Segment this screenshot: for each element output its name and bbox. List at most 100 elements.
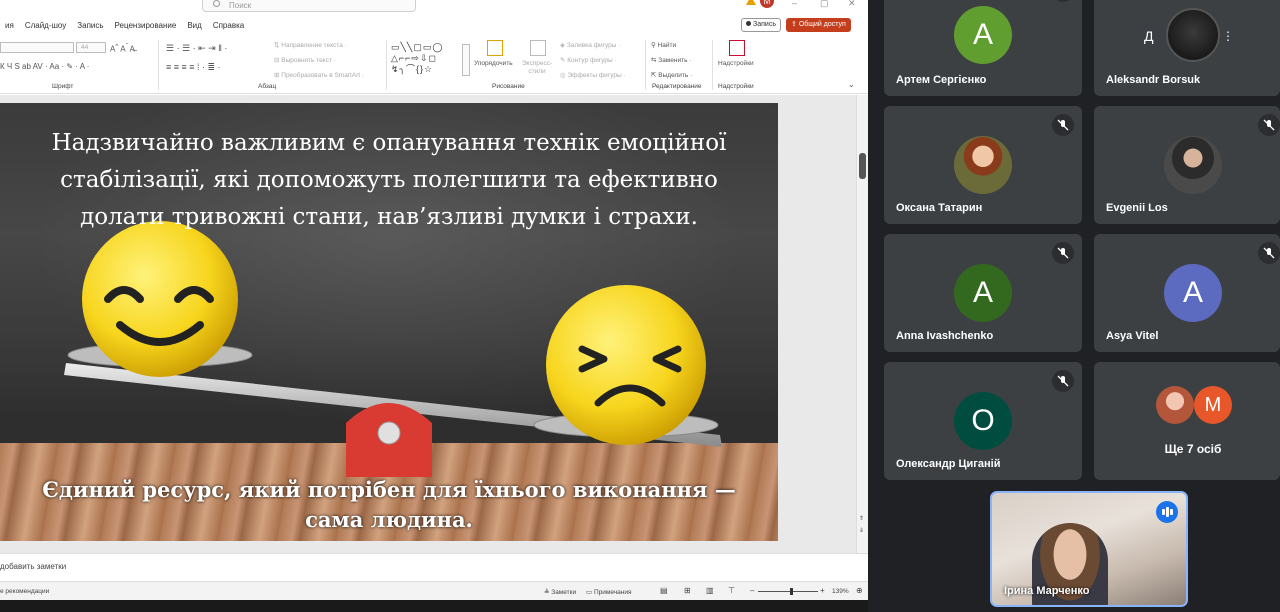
text-direction-button[interactable]: ⇅ Направление текста ·	[274, 41, 347, 49]
text-format-icons[interactable]: К Ч S ab AV · Aa · ✎ · A ·	[0, 62, 89, 71]
shape-fill-button[interactable]: ◈ Заливка фигуры ·	[560, 41, 620, 49]
avatar: О	[954, 392, 1012, 450]
ribbon-tabs: ия Слайд-шоу Запись Рецензирование Вид С…	[0, 18, 250, 34]
divider	[645, 40, 646, 90]
slide-bottom-text[interactable]: Єдиний ресурс, який потрібен для їхнього…	[20, 475, 758, 535]
mic-off-icon	[1052, 370, 1074, 392]
collapse-ribbon-icon[interactable]: ⌄	[848, 80, 855, 89]
addins-label[interactable]: Надстройки	[718, 60, 754, 67]
comments-toggle[interactable]: ▭ Примечания	[586, 588, 631, 596]
share-button[interactable]: ⇪ Общий доступ	[786, 18, 851, 32]
shapes-scroll[interactable]	[462, 44, 470, 76]
mic-off-icon	[1258, 114, 1280, 136]
list-icons[interactable]: ☰ · ☰ · ⇤ ⇥ ‖ ·	[166, 43, 227, 54]
notes-pane[interactable]: добавить заметки	[0, 553, 868, 579]
prev-slide-icon[interactable]: ⇑	[859, 515, 864, 522]
next-slide-icon[interactable]: ⇓	[859, 527, 864, 534]
self-view-tile[interactable]: Ірина Марченко	[990, 491, 1188, 607]
fulcrum-bolt	[377, 421, 401, 445]
unhappy-emoji	[546, 285, 706, 445]
more-participants-label: Ще 7 осіб	[1164, 442, 1222, 456]
self-name: Ірина Марченко	[1004, 585, 1090, 597]
avatar: M	[1194, 386, 1232, 424]
vertical-scrollbar[interactable]: ⇑ ⇓	[856, 95, 868, 553]
participant-name: Asya Vitel	[1106, 330, 1159, 342]
zoom-in-icon[interactable]: +	[820, 586, 825, 595]
more-participants-tile[interactable]: M Ще 7 осіб	[1094, 362, 1280, 480]
align-text-button[interactable]: ⊟ Выровнять текст ·	[274, 56, 336, 64]
reading-view-icon[interactable]: ▥	[706, 586, 714, 595]
participant-tile[interactable]: A Anna Ivashchenko	[884, 234, 1082, 352]
arrange-icon[interactable]	[487, 40, 503, 56]
participant-name: Олександр Циганій	[896, 458, 1001, 470]
participant-photo	[1156, 386, 1194, 424]
avatar: А	[954, 6, 1012, 64]
search-icon	[213, 0, 220, 7]
account-avatar[interactable]: М	[760, 0, 774, 8]
search-box[interactable]: Поиск	[202, 0, 416, 12]
slideshow-icon[interactable]: ⊤	[728, 586, 735, 595]
tab-design[interactable]: ия	[0, 18, 20, 34]
participant-tile[interactable]: О Олександр Циганій	[884, 362, 1082, 480]
shape-effects-button[interactable]: ◎ Эффекты фигуры ·	[560, 71, 626, 79]
zoom-out-icon[interactable]: –	[750, 586, 754, 595]
notes-placeholder: добавить заметки	[0, 562, 67, 571]
addins-group-label: Надстройки	[718, 83, 754, 90]
slide-sorter-icon[interactable]: ⊞	[684, 586, 691, 595]
shape-fill-label: Заливка фигуры	[566, 42, 617, 49]
normal-view-icon[interactable]: ▤	[660, 586, 668, 595]
zoom-slider-knob[interactable]	[790, 588, 793, 595]
smartart-button[interactable]: ⊞ Преобразовать в SmartArt ·	[274, 71, 364, 79]
participant-tile[interactable]: Оксана Татарин	[884, 106, 1082, 224]
status-recommendations[interactable]: е рекомендации	[0, 588, 49, 595]
notes-toggle-label: Заметки	[551, 589, 577, 596]
tab-record[interactable]: Запись	[72, 18, 109, 34]
tab-slideshow[interactable]: Слайд-шоу	[20, 18, 72, 34]
notes-toggle[interactable]: ≜ Заметки	[544, 588, 576, 596]
replace-button[interactable]: ⇆ Заменить ·	[651, 56, 691, 64]
slide-heading-text[interactable]: Надзвичайно важливим є опанування технік…	[30, 125, 748, 236]
share-icon: ⇪	[791, 21, 799, 28]
minimize-icon[interactable]: –	[792, 0, 797, 8]
select-button[interactable]: ⇱ Выделить ·	[651, 71, 692, 79]
participant-tile[interactable]: A Asya Vitel	[1094, 234, 1280, 352]
font-size-combo[interactable]: 44	[76, 42, 106, 53]
shape-outline-button[interactable]: ✎ Контур фигуры ·	[560, 56, 617, 64]
arrange-label[interactable]: Упорядочить	[474, 60, 513, 67]
participant-tile[interactable]: А Артем Сергієнко	[884, 0, 1082, 96]
slide[interactable]: Надзвичайно важливим є опанування технік…	[0, 103, 778, 541]
record-icon	[746, 21, 751, 26]
taskbar-strip	[0, 600, 868, 612]
slide-editing-area[interactable]: Надзвичайно важливим є опанування технік…	[0, 95, 856, 553]
quick-styles-icon[interactable]	[530, 40, 546, 56]
maximize-icon[interactable]: ▢	[820, 0, 829, 9]
align-icons[interactable]: ≡ ≡ ≡ ≡ ⁞ · ≣ ·	[166, 62, 221, 73]
replace-label: Заменить	[658, 57, 688, 64]
align-text-label: Выровнять текст	[281, 57, 332, 64]
fit-slide-icon[interactable]: ⊕	[856, 586, 863, 595]
tab-review[interactable]: Рецензирование	[110, 18, 183, 34]
find-button[interactable]: ⚲ Найти	[651, 41, 676, 49]
warning-icon[interactable]	[746, 0, 756, 5]
record-button[interactable]: Запись	[741, 18, 781, 32]
font-name-combo[interactable]	[0, 42, 74, 53]
addins-icon[interactable]	[729, 40, 745, 56]
pin-icon[interactable]: Д	[1144, 28, 1153, 44]
more-options-icon[interactable]: ⋮	[1222, 29, 1234, 43]
zoom-slider[interactable]	[758, 591, 818, 592]
zoom-level[interactable]: 139%	[832, 588, 849, 595]
mic-off-icon	[1052, 0, 1074, 2]
drawing-group-label: Рисование	[492, 83, 525, 90]
close-icon[interactable]: ✕	[848, 0, 856, 9]
participant-hover-controls[interactable]: Д ⋮	[1138, 8, 1234, 62]
grow-font-icon[interactable]: A^ Aˇ A̶	[110, 43, 135, 54]
participant-tile[interactable]: Evgenii Los	[1094, 106, 1280, 224]
select-label: Выделить	[658, 72, 689, 79]
tab-view[interactable]: Вид	[182, 18, 207, 34]
status-bar: е рекомендации ≜ Заметки ▭ Примечания ▤ …	[0, 581, 868, 600]
quick-styles-label[interactable]: Экспресс-стили	[520, 60, 554, 76]
shapes-gallery[interactable]: ▭╲╲▢▭◯ △⌐⌐⇨⇩◻ ↯╮⌒{}☆	[391, 42, 463, 78]
tab-help[interactable]: Справка	[208, 18, 250, 34]
scrollbar-thumb[interactable]	[859, 153, 866, 179]
powerpoint-window: Поиск М – ▢ ✕ ия Слайд-шоу Запись Реценз…	[0, 0, 868, 600]
